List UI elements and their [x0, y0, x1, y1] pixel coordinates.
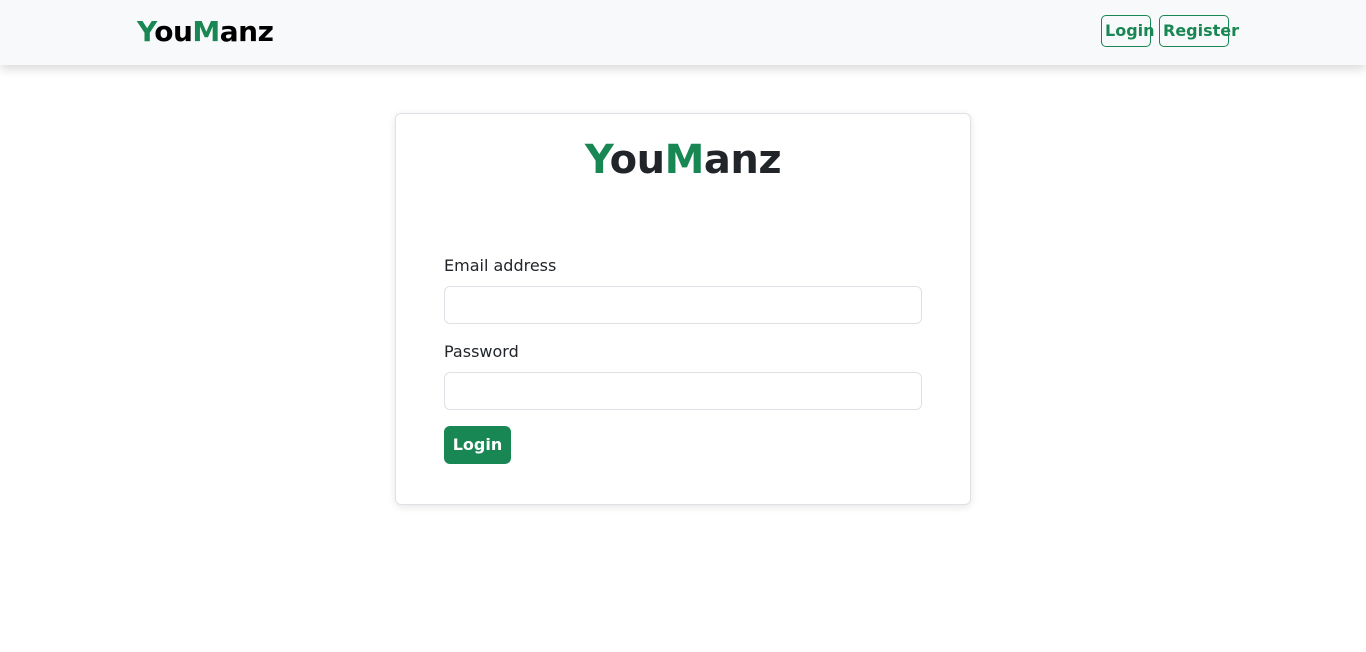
password-field[interactable]: [444, 372, 922, 410]
email-field[interactable]: [444, 286, 922, 324]
title-letter-m: M: [664, 137, 705, 183]
title-letter-y: Y: [584, 137, 610, 183]
brand-text-anz: anz: [219, 15, 274, 48]
brand-letter-y: Y: [137, 15, 155, 48]
login-card: YouManz Email address Password Login: [395, 113, 971, 505]
nav-register-button[interactable]: Register: [1159, 15, 1239, 47]
title-text-ou: ou: [609, 137, 665, 183]
login-submit-button[interactable]: Login: [444, 426, 511, 464]
nav-login-button[interactable]: Login: [1101, 15, 1155, 47]
card-logo-title: YouManz: [396, 136, 970, 184]
brand-text-ou: ou: [154, 15, 193, 48]
email-label: Email address: [444, 256, 557, 275]
brand-logo[interactable]: YouManz: [137, 14, 274, 50]
password-label: Password: [444, 342, 519, 361]
top-navbar: YouManz Login Register: [0, 0, 1366, 65]
brand-letter-m: M: [192, 15, 220, 48]
title-text-anz: anz: [703, 137, 782, 183]
